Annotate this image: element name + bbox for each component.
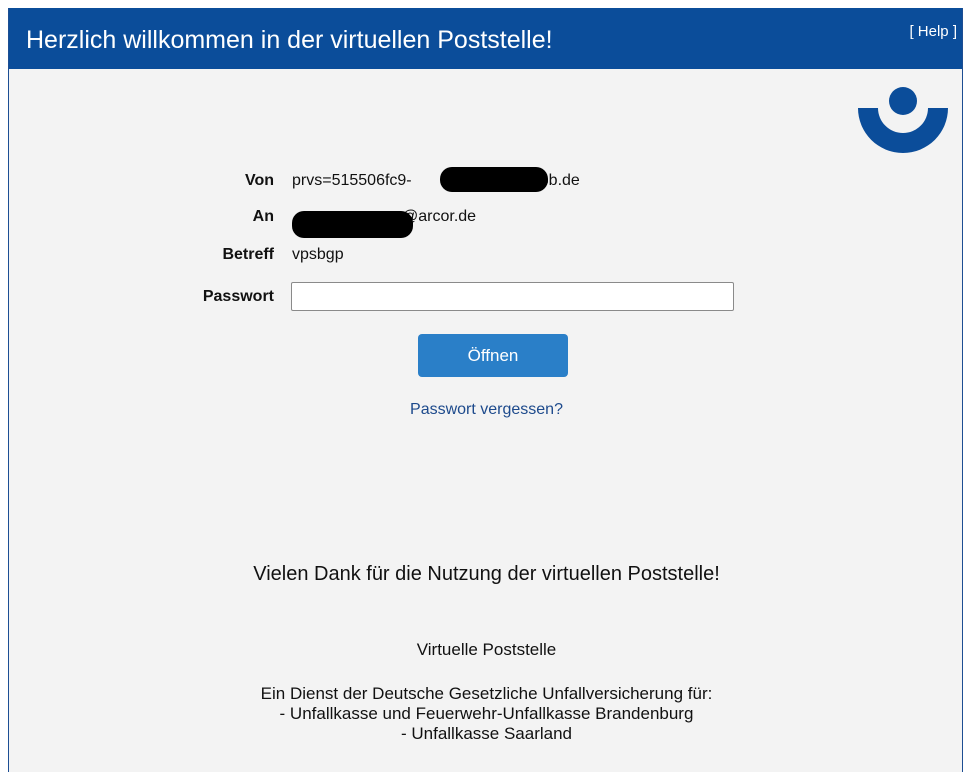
footer-lines: Ein Dienst der Deutsche Gesetzliche Unfa… [9, 684, 964, 744]
page-title: Herzlich willkommen in der virtuellen Po… [26, 26, 553, 54]
open-button[interactable]: Öffnen [418, 334, 568, 377]
footer-title: Virtuelle Poststelle [416, 640, 557, 659]
thanks-message: Vielen Dank für die Nutzung der virtuell… [253, 563, 720, 585]
redaction-mark [440, 167, 548, 192]
page-frame: Herzlich willkommen in der virtuellen Po… [8, 8, 963, 772]
password-input[interactable] [291, 282, 734, 311]
forgot-password-link[interactable]: Passwort vergessen? [9, 401, 964, 419]
von-label: Von [244, 172, 274, 189]
footer-line: - Unfallkasse Saarland [400, 724, 573, 743]
an-label: An [252, 208, 274, 225]
betreff-value: vpsbgp [292, 246, 344, 263]
passwort-label: Passwort [202, 288, 274, 305]
footer-line: Ein Dienst der Deutsche Gesetzliche Unfa… [260, 684, 713, 703]
help-link[interactable]: [ Help ] [909, 23, 957, 40]
header-bar: Herzlich willkommen in der virtuellen Po… [9, 8, 962, 69]
footer-line: - Unfallkasse und Feuerwehr-Unfallkasse … [279, 704, 694, 723]
betreff-label: Betreff [222, 246, 274, 263]
von-value-prefix: prvs=515506fc9- [292, 172, 412, 189]
an-value-suffix: @arcor.de [402, 208, 477, 225]
redaction-mark [292, 211, 413, 238]
dguv-logo-icon [858, 87, 948, 153]
